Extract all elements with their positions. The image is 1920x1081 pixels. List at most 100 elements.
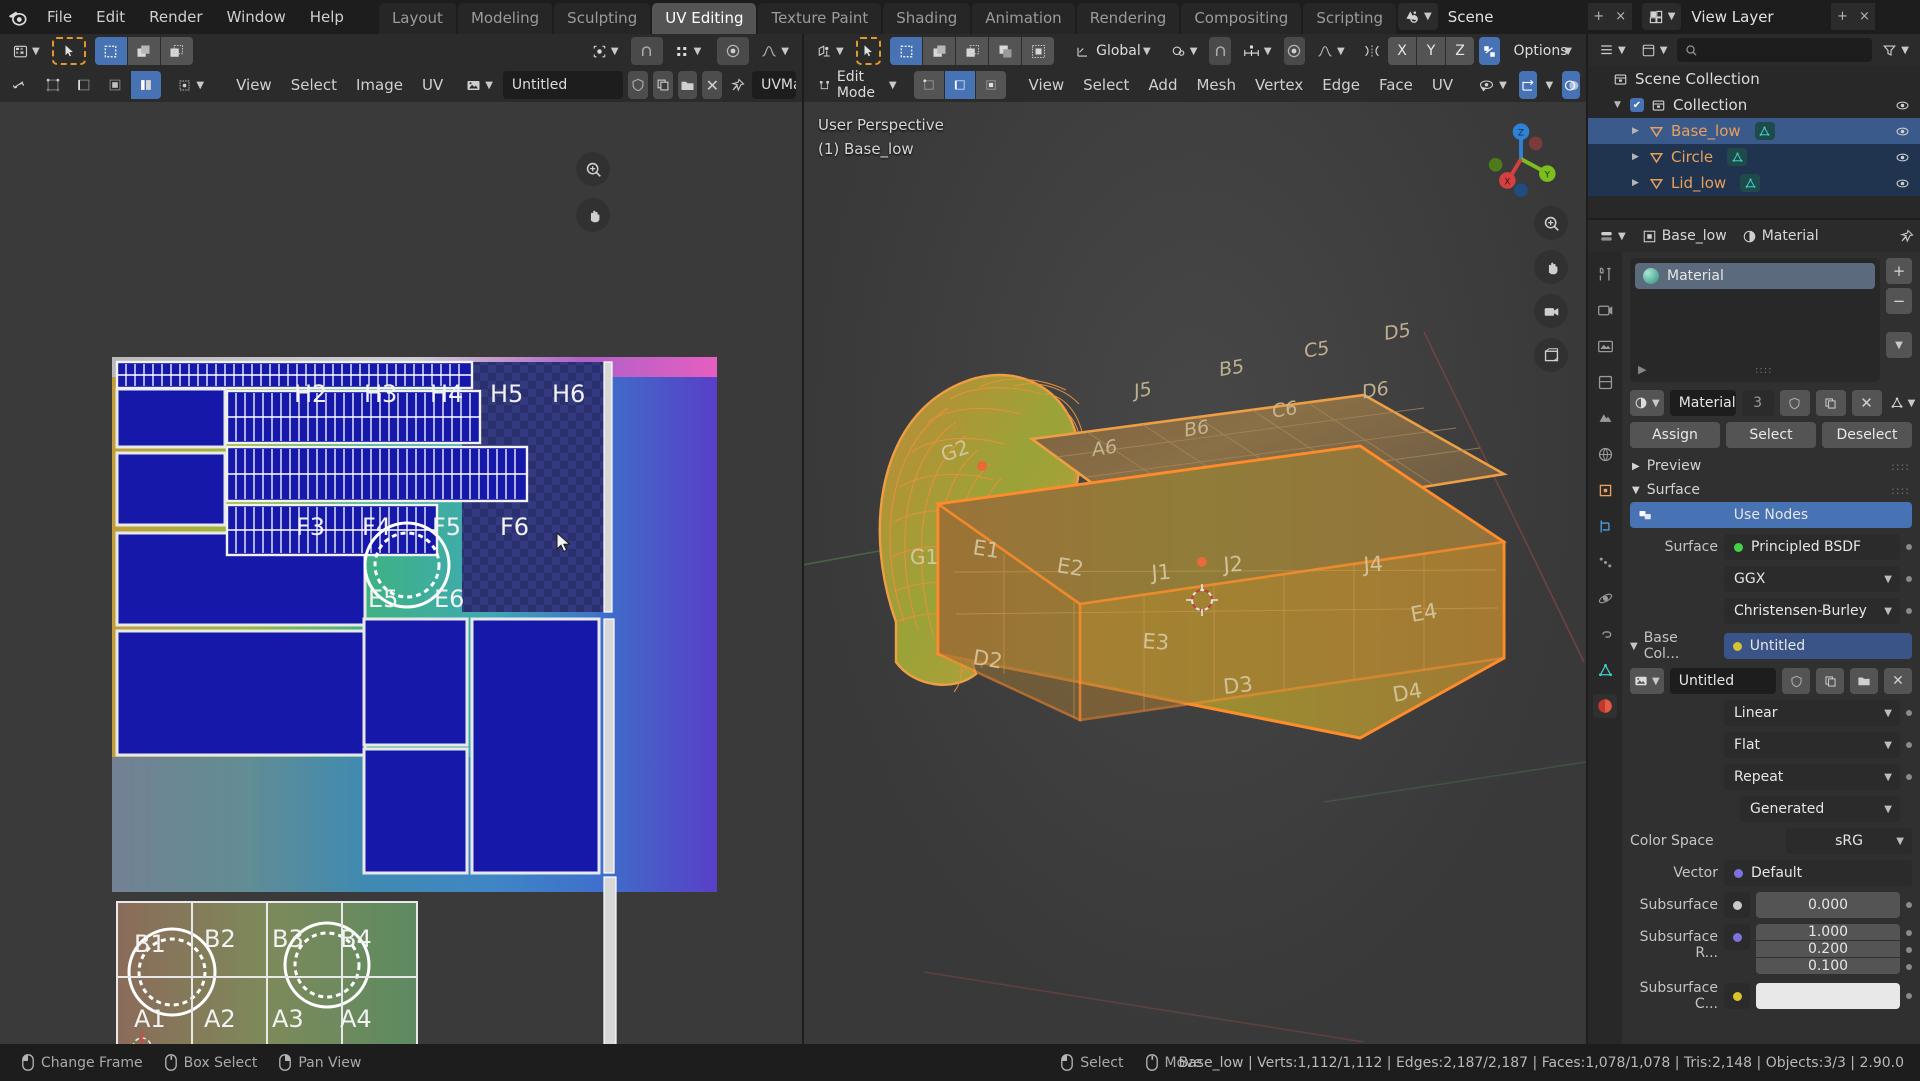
- remove-material-slot-button[interactable]: −: [1886, 288, 1912, 314]
- uv-sync-selection-button[interactable]: [6, 71, 31, 99]
- image-unlink-button[interactable]: ✕: [702, 71, 723, 99]
- material-slot-list[interactable]: Material ▶ ::::: [1630, 258, 1880, 382]
- main-menu-help[interactable]: Help: [299, 5, 355, 29]
- animate-property-dot[interactable]: [1906, 993, 1912, 999]
- surface-shader-field[interactable]: Principled BSDF: [1724, 534, 1900, 560]
- viewport-menu-face[interactable]: Face: [1371, 74, 1421, 96]
- image-fake-user-button[interactable]: [628, 71, 648, 99]
- properties-tab-modifier[interactable]: [1593, 514, 1617, 538]
- pin-icon[interactable]: [1899, 228, 1914, 244]
- viewport-pan-tool[interactable]: [1534, 250, 1568, 284]
- select-invert-button-3d[interactable]: [989, 37, 1022, 65]
- view-layer-name-field[interactable]: View Layer: [1681, 3, 1832, 30]
- delete-scene-button[interactable]: ×: [1609, 3, 1632, 30]
- select-subtract-button[interactable]: [160, 37, 193, 65]
- options-dropdown[interactable]: Options ▼: [1505, 37, 1580, 65]
- viewport-zoom-tool[interactable]: [1534, 206, 1568, 240]
- properties-tab-render[interactable]: [1593, 298, 1617, 322]
- subsurface-radius-value-1[interactable]: 0.200: [1756, 941, 1900, 957]
- material-copy-button[interactable]: [1815, 390, 1846, 416]
- eye-icon[interactable]: [1895, 125, 1910, 138]
- uv-vertex-select-button[interactable]: [38, 71, 69, 99]
- select-extend-button[interactable]: [127, 37, 160, 65]
- mesh-data-icon[interactable]: [1727, 148, 1748, 166]
- image-name-field-prop[interactable]: Untitled: [1669, 668, 1776, 694]
- outliner-row-circle[interactable]: ▶ Circle: [1588, 144, 1920, 170]
- material-users-count[interactable]: 3: [1741, 390, 1774, 416]
- mirror-axis-y-button[interactable]: Y: [1417, 37, 1446, 65]
- uv-menu-select[interactable]: Select: [283, 74, 345, 96]
- outliner-editor-type-button[interactable]: ▼: [1594, 36, 1631, 64]
- main-menu-window[interactable]: Window: [216, 5, 297, 29]
- viewport-camera-tool[interactable]: [1534, 294, 1568, 328]
- viewport-menu-mesh[interactable]: Mesh: [1188, 74, 1244, 96]
- sticky-selection-button[interactable]: ▼: [170, 71, 212, 99]
- outliner-expander-icon[interactable]: ▶: [1632, 152, 1642, 162]
- image-browse-button-prop[interactable]: ▼: [1630, 668, 1664, 694]
- properties-tab-physics[interactable]: [1593, 586, 1617, 610]
- snap-target-button-3d[interactable]: ▼: [1235, 37, 1279, 65]
- scene-browse-button[interactable]: ▼: [1398, 3, 1438, 30]
- outliner-expander-icon[interactable]: ▼: [1614, 100, 1624, 110]
- outliner-row-collection[interactable]: ▼ ✔ Collection: [1588, 92, 1920, 118]
- outliner-row-lid_low[interactable]: ▶ Lid_low: [1588, 170, 1920, 196]
- eye-icon[interactable]: [1895, 99, 1910, 112]
- material-unlink-button[interactable]: ✕: [1851, 390, 1882, 416]
- mesh-data-icon[interactable]: [1740, 174, 1761, 192]
- workspace-tab-compositing[interactable]: Compositing: [1181, 3, 1302, 34]
- image-name-field[interactable]: Untitled: [502, 71, 624, 99]
- main-menu-edit[interactable]: Edit: [85, 5, 136, 29]
- subsurface-method-dropdown[interactable]: Christensen-Burley ▼: [1724, 598, 1900, 624]
- overlays-toggle-button[interactable]: [1562, 71, 1580, 99]
- outliner-expander-icon[interactable]: ▶: [1632, 178, 1642, 188]
- workspace-tab-layout[interactable]: Layout: [378, 3, 456, 34]
- material-browse-button[interactable]: ▼: [1630, 390, 1664, 416]
- base-color-field[interactable]: Untitled: [1723, 633, 1912, 659]
- vertex-select-button[interactable]: [913, 71, 944, 99]
- properties-tab-output[interactable]: [1593, 334, 1617, 358]
- main-menu-render[interactable]: Render: [138, 5, 213, 29]
- material-slot-row[interactable]: Material: [1635, 263, 1875, 289]
- uv-island-select-button[interactable]: [131, 71, 162, 99]
- workspace-tab-texture-paint[interactable]: Texture Paint: [758, 3, 882, 34]
- add-material-slot-button[interactable]: +: [1886, 258, 1912, 284]
- workspace-tab-modeling[interactable]: Modeling: [457, 3, 553, 34]
- viewport-3d-canvas[interactable]: User Perspective (1) Base_low G2 G1 J5 B…: [804, 102, 1586, 1044]
- uv-map-field[interactable]: UVMa: [752, 71, 796, 99]
- outliner-checkbox[interactable]: ✔: [1630, 98, 1644, 112]
- select-intersect-button-3d[interactable]: [1022, 37, 1055, 65]
- workspace-tab-sculpting[interactable]: Sculpting: [554, 3, 651, 34]
- viewport-ortho-persp-tool[interactable]: [1534, 338, 1568, 372]
- uv-editor-type-button[interactable]: ▼: [6, 37, 47, 65]
- transform-orientation-dropdown[interactable]: Global ▼: [1067, 37, 1159, 65]
- tweak-tool-button[interactable]: [51, 37, 86, 65]
- animate-property-dot[interactable]: [1906, 930, 1912, 936]
- preview-panel-header[interactable]: ▶ Preview ::::: [1630, 454, 1912, 478]
- viewport-editor-type-button[interactable]: ▼: [810, 37, 851, 65]
- scene-name-field[interactable]: Scene: [1437, 3, 1588, 30]
- animate-property-dot[interactable]: [1906, 947, 1912, 953]
- material-fake-user-button[interactable]: [1779, 390, 1810, 416]
- subsurface-color-swatch[interactable]: [1756, 983, 1900, 1009]
- animate-property-dot[interactable]: [1906, 774, 1912, 780]
- proportional-edit-button[interactable]: [717, 37, 750, 65]
- uv-face-select-button[interactable]: [100, 71, 131, 99]
- pivot-point-button-3d[interactable]: ▼: [1163, 37, 1205, 65]
- image-unlink-button-prop[interactable]: ✕: [1884, 668, 1912, 694]
- animate-property-dot[interactable]: [1906, 742, 1912, 748]
- image-pin-button[interactable]: [727, 71, 747, 99]
- properties-tab-object-data[interactable]: [1593, 658, 1617, 682]
- subsurface-radius-value-0[interactable]: 1.000: [1756, 924, 1900, 940]
- outliner-row-scene-collection[interactable]: Scene Collection: [1588, 66, 1920, 92]
- image-copy-button[interactable]: [652, 71, 673, 99]
- select-set-button[interactable]: [94, 37, 127, 65]
- visibility-dropdown-button[interactable]: ▼: [1471, 71, 1514, 99]
- properties-tab-tool[interactable]: [1593, 262, 1617, 286]
- chevron-down-icon[interactable]: ▼: [1630, 641, 1638, 652]
- properties-tab-scene[interactable]: [1593, 406, 1617, 430]
- outliner-filter-button[interactable]: ▼: [1877, 36, 1914, 64]
- outliner-row-base_low[interactable]: ▶ Base_low: [1588, 118, 1920, 144]
- subsurface-radius-socket[interactable]: [1724, 924, 1750, 950]
- uv-canvas[interactable]: H2 H3 H4 H5 H6 F3 F4 F5 F6 E5 E6 B1 B2 B3 B4 A1 A…: [0, 102, 802, 1044]
- use-nodes-button[interactable]: Use Nodes: [1630, 502, 1912, 528]
